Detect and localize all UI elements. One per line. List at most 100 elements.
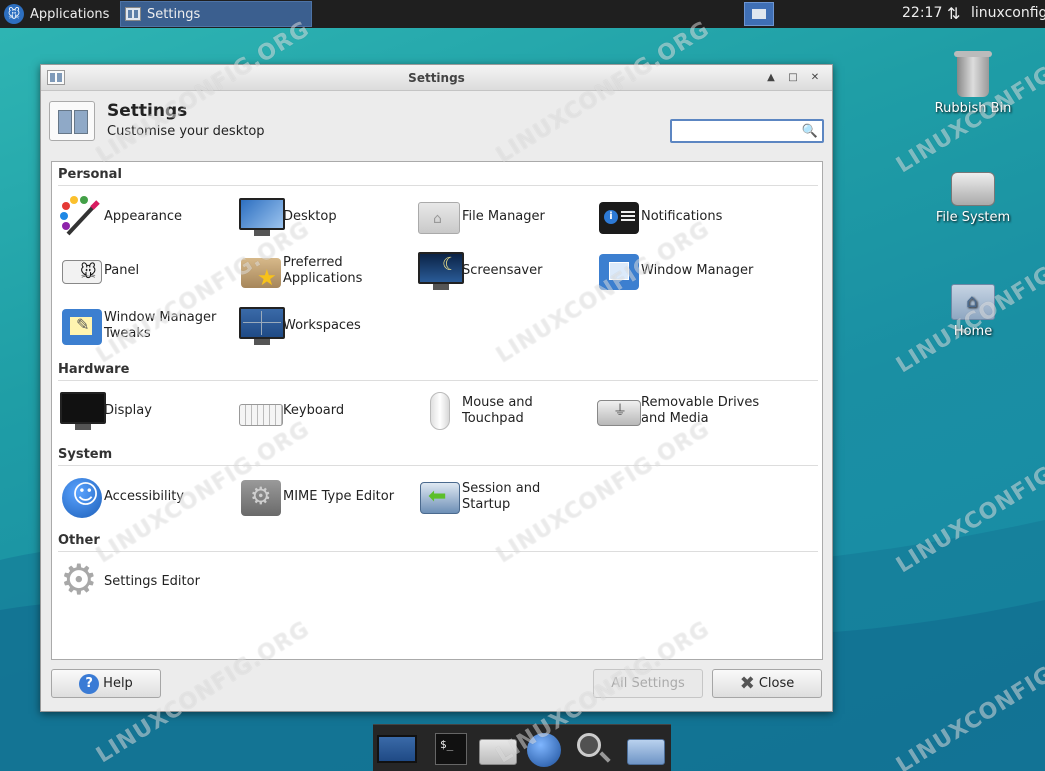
setting-preferred-applications[interactable]: ★ Preferred Applications (237, 248, 413, 294)
label-line: Session and (462, 481, 541, 496)
window-menu-icon[interactable] (47, 70, 65, 85)
setting-display[interactable]: Display (58, 388, 234, 434)
applications-menu-button[interactable]: 🐭 Applications (0, 0, 117, 28)
setting-label: Appearance (104, 209, 183, 224)
desktop-icon-rubbish-bin[interactable]: Rubbish Bin (928, 51, 1018, 116)
setting-keyboard[interactable]: Keyboard (237, 388, 413, 434)
watermark: LINUXCONFIG.ORG (892, 426, 1045, 579)
setting-screensaver[interactable]: ☾ Screensaver (416, 248, 592, 294)
close-label: Close (758, 676, 795, 691)
section-divider (58, 465, 818, 466)
desktop-monitor-icon (237, 194, 285, 240)
settings-editor-gear-icon: ⚙ (60, 555, 98, 604)
workspace-thumbnail-icon (752, 9, 766, 19)
window-maximize-button[interactable]: □ (784, 69, 802, 86)
setting-mouse-touchpad[interactable]: Mouse and Touchpad (416, 388, 592, 434)
clock[interactable]: 22:17 (902, 5, 942, 21)
all-settings-button[interactable]: All Settings (593, 669, 703, 698)
setting-label: Session and Startup (462, 481, 540, 513)
trash-icon (954, 51, 992, 97)
label-line: Applications (283, 271, 363, 286)
file-manager-icon[interactable] (477, 731, 517, 767)
window-close-button[interactable]: ✕ (806, 69, 824, 86)
notifications-icon: i (595, 194, 641, 240)
help-icon: ? (79, 673, 100, 694)
bottom-dock: $_ (373, 724, 671, 771)
top-panel: 🐭 Applications Settings 22:17 ⇅ linuxcon… (0, 0, 1045, 28)
page-title: Settings (107, 101, 188, 121)
section-personal: Personal (58, 167, 122, 182)
taskbar-settings-button[interactable]: Settings (120, 1, 312, 27)
setting-label: Panel (104, 263, 140, 278)
settings-window: Settings ▲ □ ✕ Settings Customise your d… (40, 64, 833, 712)
setting-file-manager[interactable]: ⌂ File Manager (416, 194, 592, 240)
setting-label: File Manager (462, 209, 545, 224)
setting-window-manager-tweaks[interactable]: ✎ Window Manager Tweaks (58, 303, 234, 349)
preferred-applications-icon: ★ (237, 248, 283, 294)
terminal-icon[interactable]: $_ (431, 731, 471, 767)
user-menu[interactable]: linuxconfig (971, 5, 1045, 21)
help-button[interactable]: ? Help (51, 669, 161, 698)
settings-header: Settings Customise your desktop 🔍 (41, 91, 832, 149)
dialog-buttons: ? Help All Settings ✖ Close (41, 669, 832, 709)
search-input[interactable] (676, 122, 804, 140)
network-icon[interactable]: ⇅ (947, 4, 960, 23)
setting-removable-drives[interactable]: ⏚ Removable Drives and Media (595, 388, 771, 434)
setting-settings-editor[interactable]: ⚙ Settings Editor (58, 555, 234, 605)
desktop-icon-file-system[interactable]: File System (928, 172, 1018, 225)
label-line: Mouse and (462, 395, 533, 410)
accessibility-icon: ☺ (58, 474, 104, 520)
setting-desktop[interactable]: Desktop (237, 194, 413, 240)
label-line: Touchpad (462, 411, 524, 426)
setting-label: Workspaces (283, 318, 361, 333)
setting-label: Display (104, 403, 152, 418)
screensaver-moon-icon: ☾ (416, 248, 464, 294)
keyboard-icon (237, 388, 283, 434)
window-shade-button[interactable]: ▲ (762, 69, 780, 86)
section-system: System (58, 447, 113, 462)
web-browser-icon[interactable] (525, 731, 565, 767)
setting-label: Window Manager (641, 263, 754, 278)
taskbar-settings-label: Settings (147, 6, 201, 22)
window-titlebar[interactable]: Settings ▲ □ ✕ (41, 65, 832, 91)
workspaces-icon (237, 303, 285, 349)
file-manager-folder-icon: ⌂ (416, 194, 462, 240)
session-startup-icon: ⬅ (416, 474, 462, 520)
xfce-logo-icon: 🐭 (4, 4, 24, 24)
setting-mime-type-editor[interactable]: ⚙ MIME Type Editor (237, 474, 413, 520)
setting-label: Screensaver (462, 263, 543, 278)
home-folder-icon (951, 284, 995, 320)
close-button[interactable]: ✖ Close (712, 669, 822, 698)
setting-label: Removable Drives and Media (641, 395, 759, 427)
display-monitor-icon (58, 388, 106, 434)
setting-window-manager[interactable]: Window Manager (595, 248, 771, 294)
settings-manager-icon (49, 101, 95, 141)
home-folder-dock-icon[interactable] (625, 731, 665, 767)
workspace-switcher[interactable] (744, 2, 774, 26)
section-divider (58, 185, 818, 186)
setting-workspaces[interactable]: Workspaces (237, 303, 413, 349)
setting-label: Notifications (641, 209, 723, 224)
search-box[interactable]: 🔍 (670, 119, 824, 143)
section-hardware: Hardware (58, 362, 130, 377)
settings-content: Personal Appearance Desktop ⌂ File Manag… (51, 161, 823, 660)
section-divider (58, 380, 818, 381)
setting-label: Mouse and Touchpad (462, 395, 533, 427)
setting-session-startup[interactable]: ⬅ Session and Startup (416, 474, 592, 520)
help-label: Help (103, 676, 133, 691)
setting-label: Accessibility (104, 489, 184, 504)
label-line: Startup (462, 497, 511, 512)
search-icon[interactable]: 🔍 (802, 124, 818, 139)
settings-window-icon (125, 7, 141, 21)
app-finder-magnifier-icon[interactable] (573, 731, 613, 767)
desktop-icon-home[interactable]: Home (928, 284, 1018, 339)
desktop-icon-label: File System (935, 210, 1011, 225)
setting-notifications[interactable]: i Notifications (595, 194, 771, 240)
desktop-icon-label: Rubbish Bin (934, 101, 1012, 116)
setting-panel[interactable]: 🐭 Panel (58, 248, 234, 294)
setting-appearance[interactable]: Appearance (58, 194, 234, 240)
label-line: and Media (641, 411, 709, 426)
show-desktop-icon[interactable] (377, 731, 417, 767)
setting-accessibility[interactable]: ☺ Accessibility (58, 474, 234, 520)
label-line: Preferred (283, 255, 343, 270)
